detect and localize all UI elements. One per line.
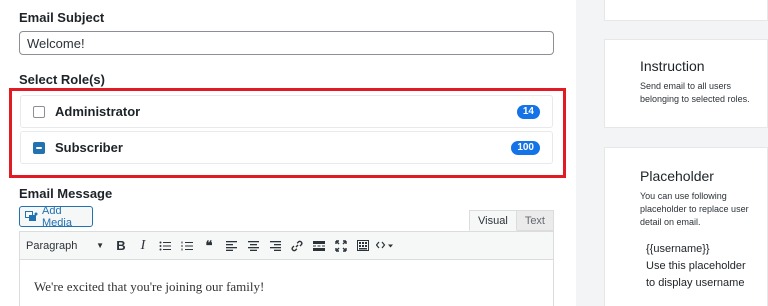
- toolbar-toggle-icon[interactable]: [354, 237, 372, 255]
- subscriber-checkbox[interactable]: [33, 141, 45, 154]
- instruction-title: Instruction: [640, 58, 705, 74]
- roles-highlight-box: Administrator 14 Subscriber 100: [9, 88, 566, 178]
- align-left-icon[interactable]: [222, 237, 240, 255]
- user-count-badge: 100: [511, 140, 540, 155]
- add-media-button[interactable]: Add Media: [19, 204, 93, 229]
- placeholder-card: Placeholder You can use following placeh…: [604, 147, 768, 306]
- administrator-checkbox[interactable]: [33, 105, 45, 118]
- placeholder-text: You can use following placeholder to rep…: [640, 191, 749, 227]
- format-select[interactable]: Paragraph ▼: [26, 240, 104, 252]
- email-message-label: Email Message: [19, 186, 113, 201]
- add-media-label: Add Media: [42, 204, 72, 229]
- role-name: Subscriber: [55, 140, 123, 155]
- numbered-list-icon[interactable]: [178, 237, 196, 255]
- read-more-icon[interactable]: [310, 237, 328, 255]
- bold-icon[interactable]: B: [112, 237, 130, 255]
- username-token: {{username}}: [646, 243, 710, 255]
- placeholder-hint-line2: to display username: [646, 277, 745, 289]
- sidebar-card-top: [604, 0, 768, 21]
- instruction-text: Send email to all users belonging to sel…: [640, 81, 750, 104]
- tab-text[interactable]: Text: [516, 210, 554, 231]
- editor-toolbar: Paragraph ▼ B I ❝: [19, 231, 554, 260]
- role-row-subscriber[interactable]: Subscriber 100: [20, 131, 553, 164]
- chevron-down-icon: ▼: [96, 241, 104, 250]
- italic-icon[interactable]: I: [134, 237, 152, 255]
- fullscreen-icon[interactable]: [332, 237, 350, 255]
- role-row-administrator[interactable]: Administrator 14: [20, 95, 553, 128]
- main-panel: Email Subject Select Role(s) Administrat…: [0, 0, 576, 306]
- link-icon[interactable]: [288, 237, 306, 255]
- user-count-badge: 14: [516, 104, 540, 119]
- bullet-list-icon[interactable]: [156, 237, 174, 255]
- code-icon[interactable]: [376, 237, 394, 255]
- email-message-editor[interactable]: We're excited that you're joining our fa…: [19, 259, 554, 306]
- role-name: Administrator: [55, 104, 141, 119]
- instruction-card: Instruction Send email to all users belo…: [604, 39, 768, 128]
- email-body-text: We're excited that you're joining our fa…: [34, 279, 265, 294]
- add-media-icon: [25, 210, 38, 223]
- align-center-icon[interactable]: [244, 237, 262, 255]
- email-subject-label: Email Subject: [19, 10, 105, 25]
- placeholder-hint-line1: Use this placeholder: [646, 260, 746, 272]
- format-select-value: Paragraph: [26, 239, 78, 252]
- tab-visual[interactable]: Visual: [469, 210, 517, 231]
- align-right-icon[interactable]: [266, 237, 284, 255]
- placeholder-title: Placeholder: [640, 168, 714, 184]
- placeholder-example: {{username}} Use this placeholder to dis…: [646, 241, 767, 292]
- editor-tabs: Visual Text: [469, 210, 554, 231]
- select-roles-label: Select Role(s): [19, 72, 105, 87]
- email-subject-input[interactable]: [19, 31, 554, 55]
- blockquote-icon[interactable]: ❝: [200, 237, 218, 255]
